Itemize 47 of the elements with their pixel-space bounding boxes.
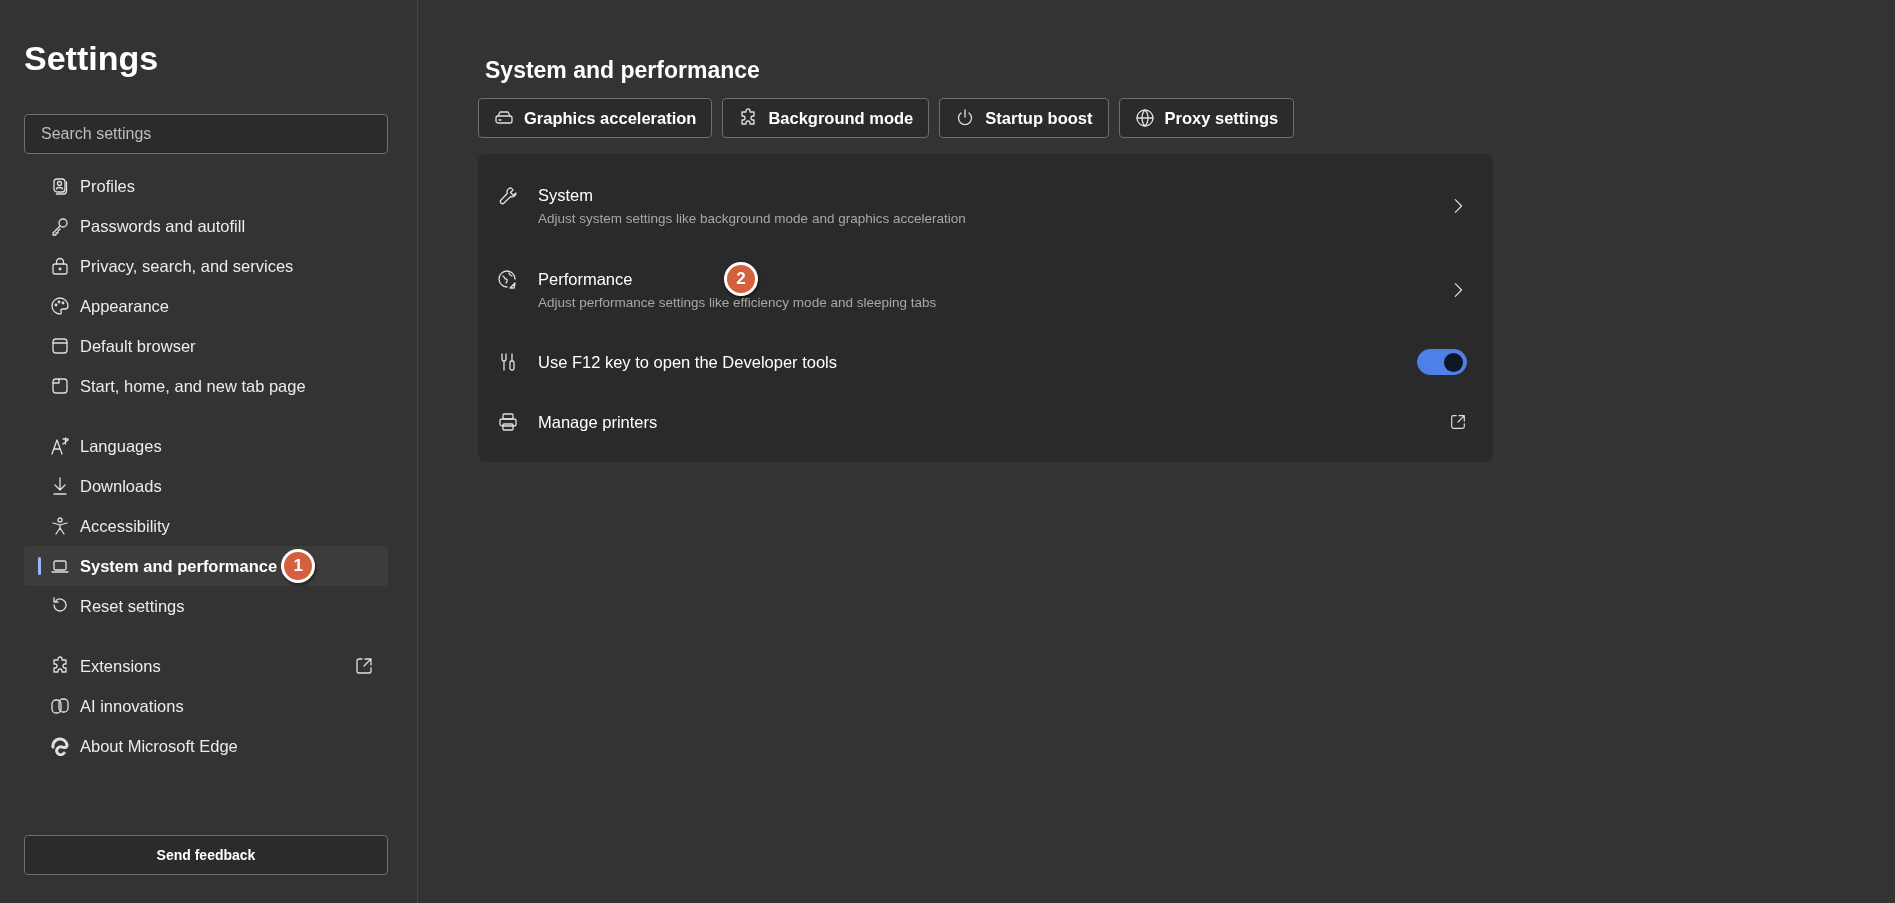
sidebar-item[interactable]: Default browser [24, 326, 388, 366]
settings-title: Settings [24, 38, 160, 79]
setting-description: Adjust system settings like background mode and graphics acceleration [538, 211, 966, 226]
sidebar-item[interactable]: Privacy, search, and services [24, 246, 388, 286]
overlapping-shapes-icon [50, 696, 70, 716]
setting-description: Adjust performance settings like efficiency mode and sleeping tabs [538, 295, 937, 310]
sidebar-item[interactable]: Downloads [24, 466, 388, 506]
sidebar-item[interactable]: About Microsoft Edge [24, 726, 388, 766]
key-icon [50, 216, 70, 236]
page-heading: System and performance [485, 56, 761, 85]
printer-icon [498, 412, 518, 432]
quick-link-button[interactable]: Proxy settings [1118, 98, 1295, 138]
setting-title: Use F12 key to open the Developer tools [538, 352, 837, 372]
tab-window-icon [50, 376, 70, 396]
sidebar-item[interactable]: Start, home, and new tab page [24, 366, 388, 406]
setting-title: Manage printers [538, 412, 658, 432]
sidebar-item[interactable]: Extensions [24, 646, 388, 686]
sidebar-item[interactable]: Appearance [24, 286, 388, 326]
external-link-icon [354, 656, 374, 676]
accessibility-icon [50, 516, 70, 536]
sidebar-item[interactable]: Languages [24, 426, 388, 466]
sidebar-item[interactable]: Reset settings [24, 586, 388, 626]
callout-badge: 1 [281, 549, 316, 583]
send-feedback-button[interactable]: Send feedback [24, 835, 388, 875]
lock-icon [50, 256, 70, 276]
setting-title: System [538, 186, 593, 205]
quick-link-button[interactable]: Startup boost [939, 98, 1109, 138]
callout-badge: 2 [724, 262, 758, 296]
setting-title: Performance [538, 270, 633, 289]
wrench-icon [498, 186, 518, 206]
palette-icon [50, 296, 70, 316]
external-link-icon[interactable] [1449, 413, 1467, 431]
quick-link-button[interactable]: Background mode [722, 98, 930, 138]
language-icon [50, 436, 70, 456]
profile-icon [50, 176, 70, 196]
sidebar-item[interactable]: Profiles [24, 166, 388, 206]
tools-icon [498, 352, 518, 372]
search-field[interactable]: Search settings [24, 114, 388, 154]
globe-icon [1134, 108, 1155, 128]
sidebar-item[interactable]: Accessibility [24, 506, 388, 546]
sidebar-item[interactable]: System and performance 1 [24, 546, 388, 586]
window-icon [50, 336, 70, 356]
toggle-switch[interactable] [1417, 349, 1467, 375]
sidebar-item[interactable]: Passwords and autofill [24, 206, 388, 246]
sidebar-item[interactable]: AI innovations [24, 686, 388, 726]
quick-link-button[interactable]: Graphics acceleration [478, 98, 713, 138]
puzzle-icon [50, 656, 70, 676]
